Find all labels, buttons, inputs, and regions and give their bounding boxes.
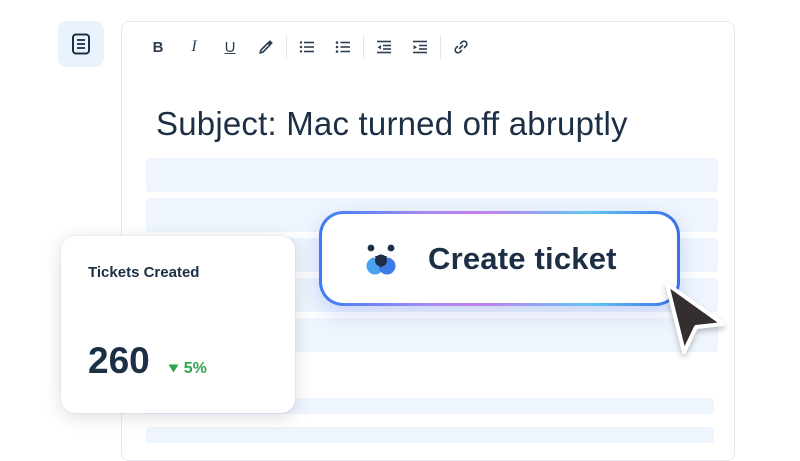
create-ticket-button-border: Create ticket [319,211,680,306]
ordered-list-icon [299,41,314,53]
create-ticket-label: Create ticket [428,240,617,276]
mouse-pointer-icon [665,282,725,354]
bullet-list-button[interactable] [325,34,361,60]
stat-value: 260 [88,340,150,381]
create-ticket-button[interactable]: Create ticket [322,214,677,303]
outdent-button[interactable] [366,34,402,60]
bullet-list-icon [335,41,350,53]
italic-button[interactable]: I [176,34,212,60]
formatting-toolbar: B I U [140,34,479,60]
stat-title: Tickets Created [88,264,200,281]
bold-button[interactable]: B [140,34,176,60]
toolbar-divider [363,35,364,59]
triangle-down-icon [168,364,179,373]
stat-row: 260 5% [88,340,207,382]
toolbar-divider [286,35,287,59]
text-placeholder-line [146,427,714,443]
document-button[interactable] [58,21,104,67]
indent-icon [413,40,427,54]
email-subject[interactable]: Subject: Mac turned off abruptly [156,105,628,143]
bear-logo-icon [366,244,396,274]
ordered-list-button[interactable] [289,34,325,60]
link-icon [454,40,468,54]
tickets-created-card: Tickets Created 260 5% [61,236,295,413]
color-picker-button[interactable] [248,34,284,60]
outdent-icon [377,40,391,54]
text-placeholder-line [146,158,718,192]
underline-button[interactable]: U [212,34,248,60]
document-icon [72,33,90,55]
stat-delta-value: 5% [183,359,207,377]
toolbar-divider [440,35,441,59]
link-button[interactable] [443,34,479,60]
indent-button[interactable] [402,34,438,60]
stat-delta: 5% [168,360,207,378]
eyedropper-icon [259,40,273,54]
